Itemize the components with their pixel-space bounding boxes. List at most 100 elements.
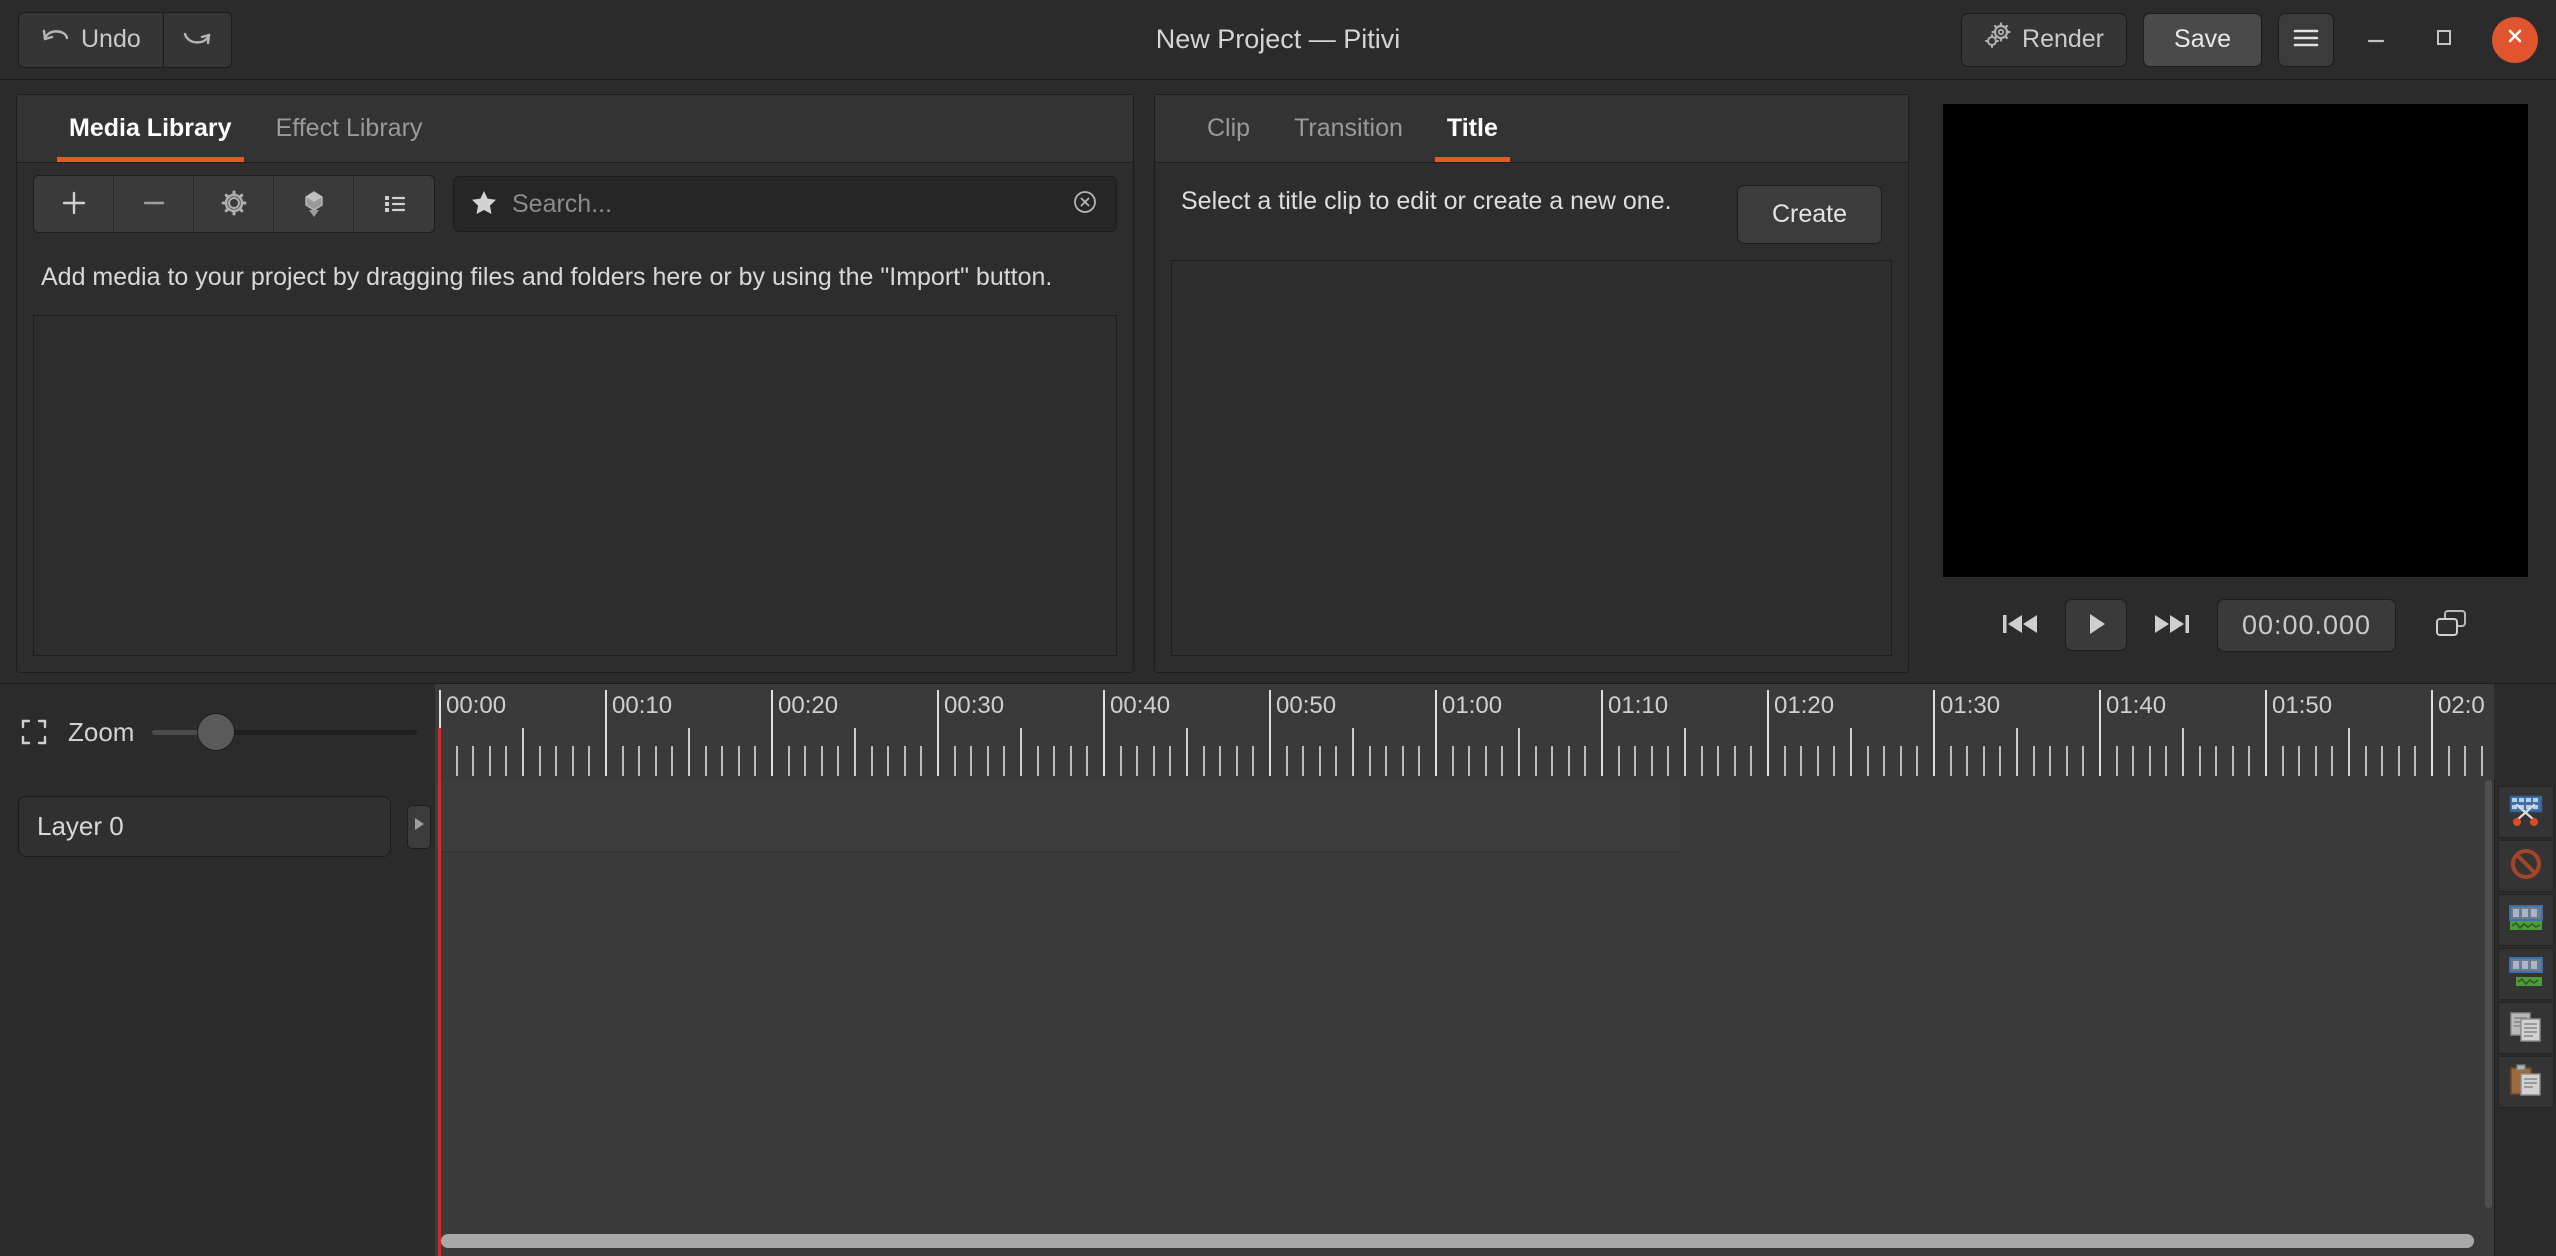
ruler-time-label: 00:50 [1276,692,1337,719]
ruler-playhead[interactable] [438,728,441,780]
ruler-minor-tick [870,746,873,776]
zoom-fit-icon[interactable] [18,716,50,748]
media-library-dropzone[interactable] [33,314,1117,656]
close-button[interactable] [2492,16,2538,63]
ruler-minor-tick [2198,746,2201,776]
tab-clip-label: Clip [1207,113,1251,142]
group-clips-button[interactable] [2497,894,2554,946]
insert-at-playhead-button[interactable] [274,176,354,232]
timeline: Zoom 00:00 00:10 00:20 00:30 00:40 00:50 01:00… [0,683,2556,1256]
ruler-half-tick [2016,728,2018,776]
split-clip-button[interactable] [2497,786,2554,838]
view-mode-button[interactable] [354,176,434,232]
ruler-minor-tick [1451,746,1454,776]
timeline-ruler[interactable]: 00:00 00:10 00:20 00:30 00:40 00:50 01:00 01:10… [435,684,2494,780]
play-pause-button[interactable] [2064,599,2127,651]
timeline-horizontal-scroll-thumb[interactable] [441,1234,2474,1248]
viewer-timecode[interactable]: 00:00.000 [2216,598,2397,652]
timeline-vertical-scrollbar[interactable] [2484,780,2494,1226]
ruler-time-label: 01:30 [1940,692,2001,719]
ruler-minor-tick [1866,746,1869,776]
ruler-time-label: 01:50 [2272,692,2333,719]
zoom-slider[interactable] [152,712,417,752]
minimize-button[interactable] [2350,14,2402,66]
ruler-minor-tick [953,746,956,776]
gear-icon [217,186,251,223]
tab-transition[interactable]: Transition [1272,94,1425,162]
ruler-minor-tick [1318,746,1321,776]
tab-effect-library-label: Effect Library [275,113,423,142]
delete-clip-button[interactable] [2497,840,2554,892]
viewer-screen[interactable] [1943,104,2528,577]
ruler-minor-tick [2397,746,2400,776]
ungroup-clips-button[interactable] [2497,948,2554,1000]
search-input[interactable] [512,189,1056,219]
paste-button[interactable] [2497,1056,2554,1108]
ruler-minor-tick [1883,746,1886,776]
redo-button[interactable] [162,12,231,67]
copy-button[interactable] [2497,1002,2554,1054]
ruler-minor-tick [1484,746,1487,776]
main-menu-button[interactable] [2278,12,2334,67]
ruler-minor-tick [1916,746,1919,776]
maximize-button[interactable] [2418,14,2470,66]
clip-properties-button[interactable] [194,176,274,232]
media-search-box[interactable] [453,176,1117,232]
import-button[interactable] [34,176,114,232]
detach-viewer-button[interactable] [2422,599,2480,651]
zoom-label: Zoom [68,716,135,747]
ruler-minor-tick [654,746,657,776]
ruler-minor-tick [1169,746,1172,776]
ruler-time-label: 00:20 [778,692,839,719]
ruler-minor-tick [571,746,574,776]
ruler-time-label: 01:40 [2106,692,2167,719]
layer-menu-button[interactable] [407,804,431,849]
title-panel-body: Select a title clip to edit or create a … [1155,163,1908,244]
save-button[interactable]: Save [2143,12,2262,67]
go-to-start-button[interactable] [1991,599,2049,651]
timeline-horizontal-scrollbar[interactable] [435,1226,2494,1256]
layer-headers-column [0,780,435,1256]
timeline-canvas[interactable] [435,780,2494,1256]
zoom-slider-fill [152,729,201,735]
ruler-minor-tick [1335,746,1338,776]
ruler-minor-tick [1069,746,1072,776]
undo-button[interactable]: Undo [19,12,163,67]
ruler-minor-tick [2381,746,2384,776]
ruler-minor-tick [754,746,757,776]
timeline-playhead[interactable] [438,780,441,1256]
ruler-minor-tick [1368,746,1371,776]
tab-title[interactable]: Title [1425,94,1520,162]
ruler-minor-tick [1003,746,1006,776]
ruler-minor-tick [1982,746,1985,776]
ruler-minor-tick [1501,746,1504,776]
ruler-minor-tick [2464,746,2467,776]
timeline-vertical-scroll-thumb[interactable] [2485,780,2492,1209]
maximize-icon [2432,25,2456,54]
remove-button[interactable] [114,176,194,232]
ruler-minor-tick [1717,746,1720,776]
ruler-minor-tick [621,746,624,776]
ruler-minor-tick [2298,746,2301,776]
middle-panel-tabs: Clip Transition Title [1155,95,1908,163]
tab-clip[interactable]: Clip [1185,94,1272,162]
tab-effect-library[interactable]: Effect Library [254,94,445,162]
title-editor-area[interactable] [1171,260,1892,656]
tab-media-library[interactable]: Media Library [47,94,254,162]
timeline-layer-strip[interactable] [435,780,1680,852]
go-to-end-button[interactable] [2143,599,2201,651]
ruler-minor-tick [1468,746,1471,776]
media-library-pane: Media Library Effect Library Search... A… [16,94,1134,673]
create-title-button[interactable]: Create [1736,185,1882,244]
ruler-half-tick [2182,728,2184,776]
clear-circle-icon[interactable] [1070,187,1100,222]
split-scissors-icon [2506,793,2546,832]
ruler-minor-tick [1285,746,1288,776]
ruler-minor-tick [555,746,558,776]
layer-name-input[interactable] [18,796,391,857]
media-library-hint: Add media to your project by dragging fi… [41,263,1053,291]
render-button[interactable]: Render [1961,12,2128,67]
ruler-minor-tick [1584,746,1587,776]
zoom-slider-knob[interactable] [197,713,236,751]
ruler-minor-tick [2314,746,2317,776]
